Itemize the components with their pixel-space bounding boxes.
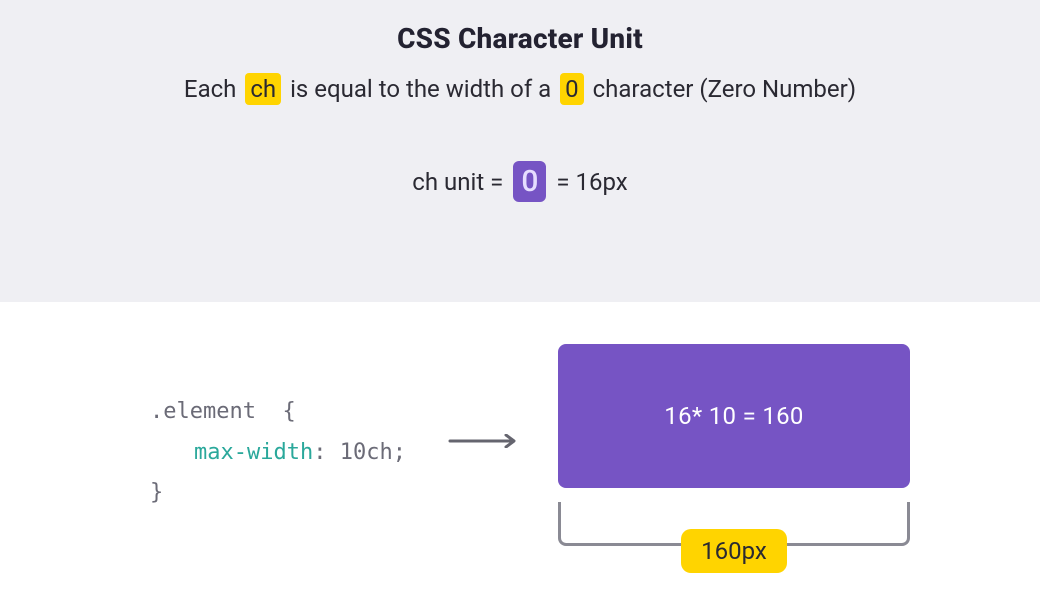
subtitle-pre: Each bbox=[184, 75, 236, 103]
code-line-2: max-width: 10ch; bbox=[150, 433, 406, 474]
result-calc: 16* 10 = 160 bbox=[664, 402, 803, 430]
code-line-3: } bbox=[150, 473, 406, 514]
highlight-zero: 0 bbox=[560, 73, 584, 105]
code-semicolon: ; bbox=[393, 440, 406, 465]
width-annotation: 160px bbox=[558, 502, 910, 575]
highlight-ch: ch bbox=[245, 73, 281, 105]
subtitle: Each ch is equal to the width of a 0 cha… bbox=[0, 73, 1040, 105]
code-open-brace: { bbox=[282, 399, 295, 424]
code-colon: : bbox=[313, 440, 326, 465]
code-selector: .element bbox=[150, 399, 256, 424]
code-line-1: .element { bbox=[150, 392, 406, 433]
width-label: 160px bbox=[681, 529, 787, 573]
subtitle-mid: is equal to the width of a bbox=[290, 75, 551, 103]
code-close-brace: } bbox=[150, 480, 163, 505]
equation-zero: 0 bbox=[513, 161, 546, 202]
example-panel: .element { max-width: 10ch; } 16* 10 = 1… bbox=[0, 302, 1040, 614]
equation-rhs: = 16px bbox=[556, 168, 627, 196]
subtitle-post: character (Zero Number) bbox=[593, 75, 856, 103]
concept-panel: CSS Character Unit Each ch is equal to t… bbox=[0, 0, 1040, 302]
code-snippet: .element { max-width: 10ch; } bbox=[150, 392, 406, 514]
equation-lhs: ch unit = bbox=[412, 168, 503, 196]
equation: ch unit = 0 = 16px bbox=[0, 161, 1040, 202]
result-box: 16* 10 = 160 bbox=[558, 344, 910, 488]
page-title: CSS Character Unit bbox=[0, 22, 1040, 55]
code-value: 10ch bbox=[340, 440, 393, 465]
arrow-icon bbox=[448, 434, 524, 448]
code-property: max-width bbox=[194, 440, 313, 465]
